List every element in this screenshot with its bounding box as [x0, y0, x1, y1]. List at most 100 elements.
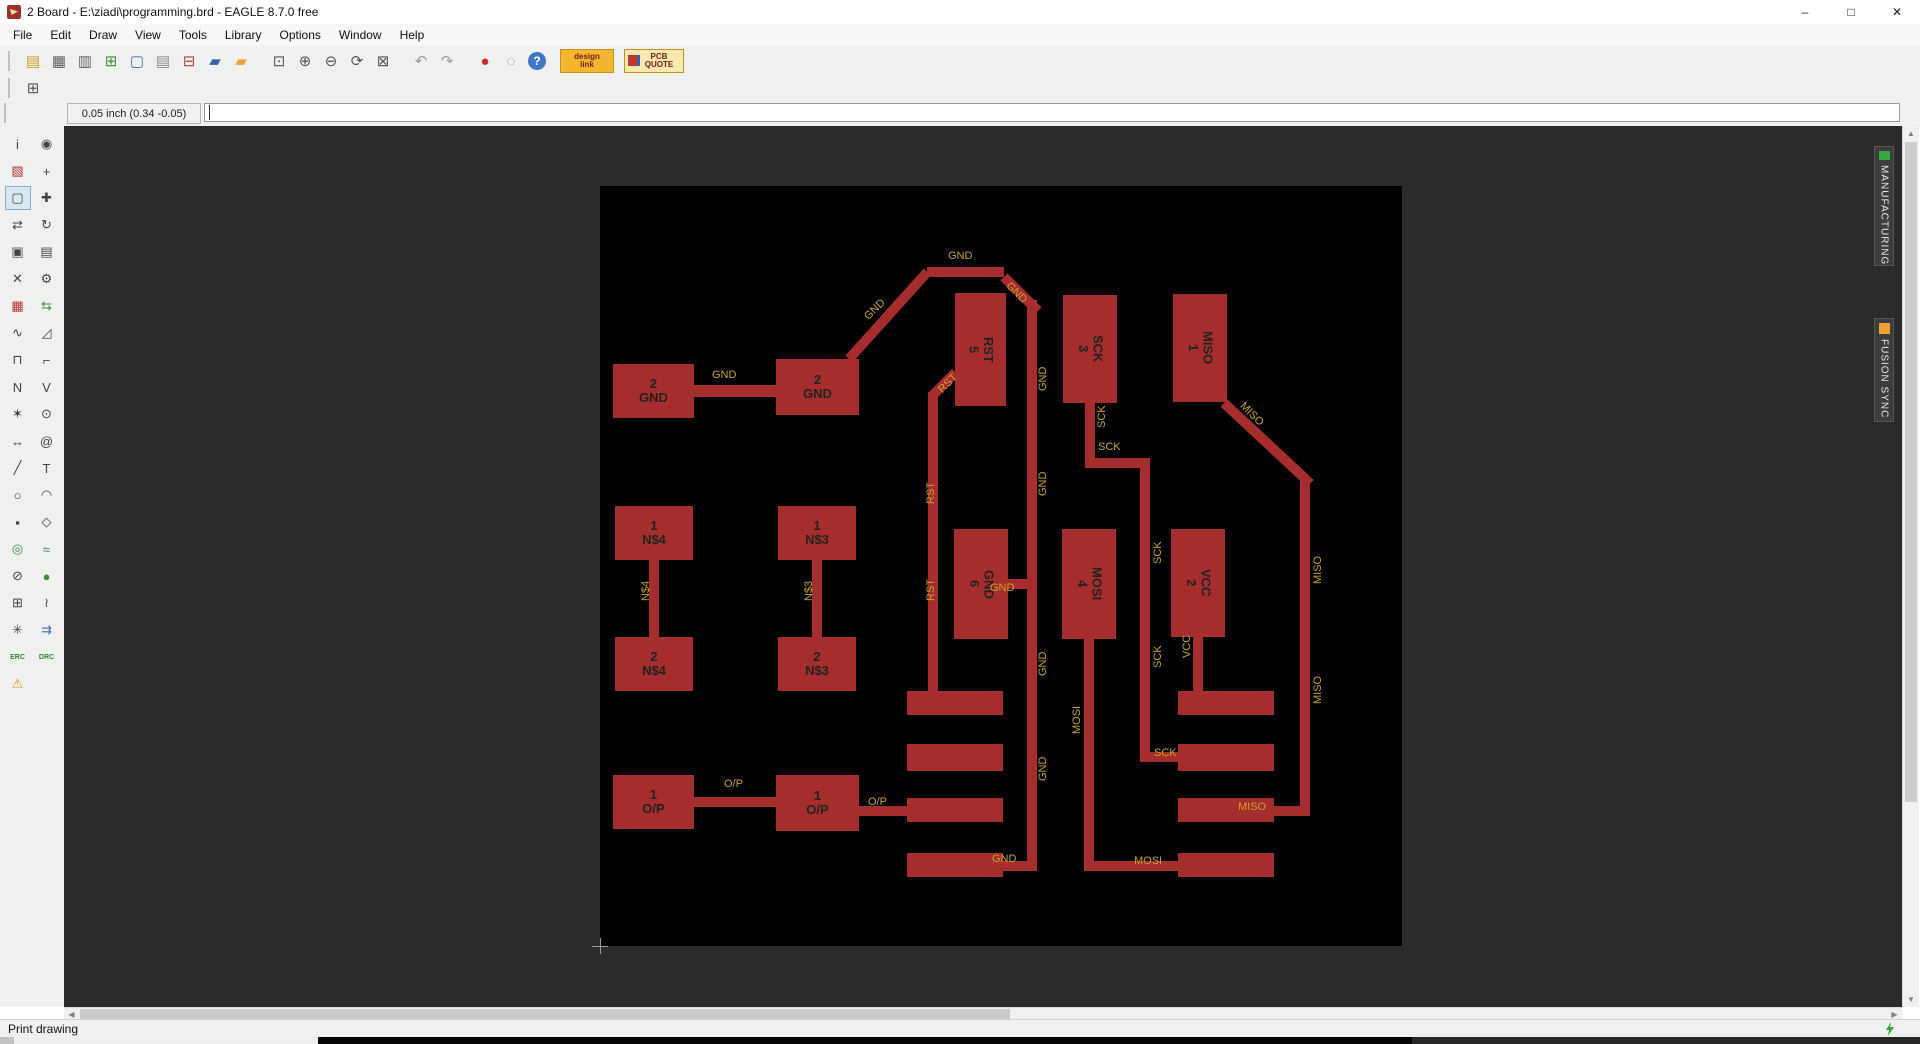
horizontal-scroll-thumb[interactable]: [80, 1009, 1010, 1019]
tool-via[interactable]: ◎: [5, 537, 31, 561]
trace-miso[interactable]: [1274, 806, 1310, 816]
tool-ratsnest-wrench[interactable]: ⚙: [34, 267, 60, 291]
tool-drc[interactable]: DRC: [34, 645, 60, 669]
tool-copy[interactable]: ▣: [5, 240, 31, 264]
editor-canvas[interactable]: 2 GND2 GND5 RST3 SCK1 MISO1 N$41 N$36 GN…: [64, 126, 1902, 1007]
tool-display-layers[interactable]: ▧: [5, 159, 31, 183]
smd-pad[interactable]: [1178, 853, 1274, 877]
pad-vcc[interactable]: 2 VCC: [1171, 529, 1225, 637]
schematic-chip-icon[interactable]: ▰: [202, 49, 228, 73]
tool-show[interactable]: ◉: [34, 132, 60, 156]
minimize-button[interactable]: –: [1782, 0, 1828, 24]
print-icon[interactable]: ▥: [72, 49, 98, 73]
tool-miter[interactable]: ◿: [34, 321, 60, 345]
trace-mosi[interactable]: [1084, 639, 1094, 871]
command-input[interactable]: [204, 103, 1900, 122]
menu-help[interactable]: Help: [391, 26, 434, 44]
trace-gnd[interactable]: [694, 385, 776, 397]
menu-file[interactable]: File: [4, 26, 41, 44]
tab-manufacturing[interactable]: MANUFACTURING: [1874, 146, 1894, 266]
trace-gnd[interactable]: [845, 269, 931, 363]
tool-route[interactable]: ⌐: [34, 348, 60, 372]
smd-pad[interactable]: [907, 853, 1003, 877]
trace-sck[interactable]: [1085, 403, 1095, 463]
tool-ratsnest[interactable]: ✳: [5, 618, 31, 642]
tool-lock[interactable]: ⊓: [5, 348, 31, 372]
vertical-scrollbar[interactable]: ▲ ▼: [1902, 126, 1919, 1007]
smd-pad[interactable]: [907, 798, 1003, 822]
scroll-down-icon[interactable]: ▼: [1903, 992, 1919, 1007]
tool-name[interactable]: N: [5, 375, 31, 399]
tool-autorouter[interactable]: ⇉: [34, 618, 60, 642]
pad-rst[interactable]: 5 RST: [955, 293, 1006, 406]
trace-rst[interactable]: [928, 392, 938, 693]
tool-value[interactable]: V: [34, 375, 60, 399]
tool-arc[interactable]: ◠: [34, 483, 60, 507]
trace-miso[interactable]: [1221, 399, 1314, 487]
tool-dimension[interactable]: ↔: [5, 429, 31, 453]
tool-replace[interactable]: ▦: [5, 294, 31, 318]
trace-sck[interactable]: [1140, 458, 1150, 762]
trace-o/p[interactable]: [694, 797, 776, 807]
tool-paste[interactable]: ▤: [34, 240, 60, 264]
grid-icon[interactable]: ⊞: [20, 76, 46, 100]
pad-op[interactable]: 1 O/P: [776, 775, 859, 831]
trace-miso[interactable]: [1300, 479, 1310, 813]
sheet-icon[interactable]: ▤: [150, 49, 176, 73]
pad-gnd[interactable]: 2 GND: [776, 359, 859, 415]
undo-icon[interactable]: ↶: [408, 49, 434, 73]
pad-mosi[interactable]: 4 MOSI: [1062, 529, 1116, 639]
tool-attribute[interactable]: @: [34, 429, 60, 453]
pad-miso[interactable]: 1 MISO: [1173, 294, 1227, 402]
menu-tools[interactable]: Tools: [170, 26, 216, 44]
save-icon[interactable]: ▦: [46, 49, 72, 73]
tool-mirror[interactable]: ⇄: [5, 213, 31, 237]
tool-text[interactable]: T: [34, 456, 60, 480]
tool-errors[interactable]: ⚠: [5, 672, 31, 696]
tool-split[interactable]: ∿: [5, 321, 31, 345]
switch-to-schematic-icon[interactable]: ▢: [124, 49, 150, 73]
menu-options[interactable]: Options: [271, 26, 330, 44]
tool-pinswap[interactable]: ⇆: [34, 294, 60, 318]
pcb-quote-button[interactable]: PCB QUOTE: [624, 49, 684, 73]
tool-select-group[interactable]: ▢: [5, 186, 31, 210]
vertical-scroll-thumb[interactable]: [1905, 142, 1917, 802]
zoom-fit-icon[interactable]: ⊡: [266, 49, 292, 73]
menu-library[interactable]: Library: [216, 26, 271, 44]
tool-pad[interactable]: ●: [34, 564, 60, 588]
tool-mark[interactable]: +: [34, 159, 60, 183]
menu-window[interactable]: Window: [330, 26, 391, 44]
pad-gnd[interactable]: 2 GND: [613, 364, 694, 418]
tool-array[interactable]: ⊞: [5, 591, 31, 615]
tool-signal[interactable]: ≈: [34, 537, 60, 561]
help-icon[interactable]: ?: [528, 52, 546, 70]
zoom-out-icon[interactable]: ⊖: [318, 49, 344, 73]
menu-edit[interactable]: Edit: [41, 26, 80, 44]
smd-pad[interactable]: [1178, 744, 1274, 771]
pad-n3[interactable]: 1 N$3: [778, 506, 856, 560]
menu-draw[interactable]: Draw: [80, 26, 126, 44]
pad-n4[interactable]: 1 N$4: [615, 506, 693, 560]
tool-pin-array[interactable]: ⊙: [34, 402, 60, 426]
pad-n3[interactable]: 2 N$3: [778, 637, 856, 691]
open-file-icon[interactable]: ▤: [20, 49, 46, 73]
menu-view[interactable]: View: [126, 26, 170, 44]
trace-vcc[interactable]: [1193, 637, 1203, 695]
pad-op[interactable]: 1 O/P: [613, 775, 694, 829]
tool-erc[interactable]: ERC: [5, 645, 31, 669]
smd-pad[interactable]: [1178, 691, 1274, 715]
pad-sck[interactable]: 3 SCK: [1063, 295, 1117, 403]
cam-processor-icon[interactable]: ⊞: [98, 49, 124, 73]
tool-smash[interactable]: ✶: [5, 402, 31, 426]
redo-icon[interactable]: ↷: [434, 49, 460, 73]
tool-hole[interactable]: ⊘: [5, 564, 31, 588]
smd-pad[interactable]: [907, 691, 1003, 715]
tool-polygon[interactable]: ◇: [34, 510, 60, 534]
trace-gnd[interactable]: [927, 267, 1004, 277]
tab-fusion-sync[interactable]: FUSION SYNC: [1874, 318, 1894, 422]
zoom-select-icon[interactable]: ⊠: [370, 49, 396, 73]
tool-wire[interactable]: ╱: [5, 456, 31, 480]
maximize-button[interactable]: □: [1828, 0, 1874, 24]
close-button[interactable]: ✕: [1874, 0, 1920, 24]
tool-delete[interactable]: ✕: [5, 267, 31, 291]
